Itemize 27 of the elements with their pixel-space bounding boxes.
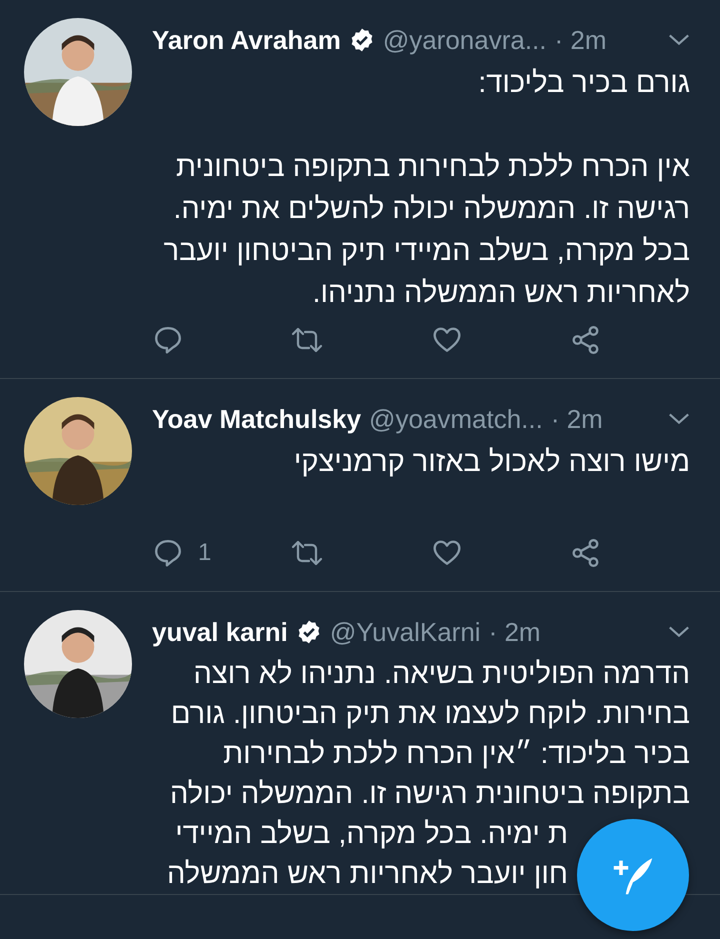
tweet-text-line: בתקופה ביטחונית רגישה זו. הממשלה יכולה — [170, 777, 690, 812]
heart-icon[interactable] — [430, 325, 463, 355]
timestamp: · 2m — [554, 24, 607, 56]
retweet-icon[interactable] — [291, 325, 324, 355]
tweet-text-line: חון יועבר לאחריות ראש הממשלה — [167, 857, 568, 892]
reply-count: 1 — [198, 539, 212, 567]
chevron-down-icon[interactable] — [668, 33, 690, 47]
user-handle[interactable]: @yaronavra... — [382, 24, 547, 56]
retweet-icon[interactable] — [291, 538, 324, 568]
timestamp: · 2m — [488, 616, 541, 648]
reply-icon[interactable] — [152, 325, 184, 355]
author-name[interactable]: Yaron Avraham — [152, 24, 341, 56]
chevron-down-icon[interactable] — [668, 412, 690, 426]
timestamp: · 2m — [550, 404, 603, 434]
author-name[interactable]: Yoav Matchulsky — [152, 404, 362, 434]
author-name[interactable]: yuval karni — [152, 616, 288, 648]
tweet-text-line: ת ימיה. בכל מקרה, בשלב המיידי — [175, 817, 568, 852]
heart-icon[interactable] — [430, 538, 463, 568]
reply-icon[interactable] — [152, 538, 184, 568]
user-handle[interactable]: @yoavmatch... — [369, 404, 543, 434]
tweet-text-line: בכיר בליכוד: ״אין הכרח ללכת לבחירות — [223, 737, 690, 772]
tweet-text: גורם בכיר בליכוד: אין הכרח ללכת לבחירות בתקופה ביטחונית רגישה זו. הממשלה יכולה להשלים את ימיה. בכל מקרה, בשלב המיידי תיק הביטחון יועבר לאחריות ראש הממשלה נתניהו. — [162, 66, 690, 311]
tweet-text-line: בחירות. לוקח לעצמו את תיק הביטחון. גורם — [170, 697, 690, 732]
tweet-text: מישו רוצה לאכול באזור קרמניצקי — [292, 445, 690, 480]
tweet-text-line: הדרמה הפוליטית בשיאה. נתניהו לא רוצה — [194, 657, 690, 692]
user-handle[interactable]: @YuvalKarni — [330, 616, 481, 648]
chevron-down-icon[interactable] — [668, 625, 690, 639]
